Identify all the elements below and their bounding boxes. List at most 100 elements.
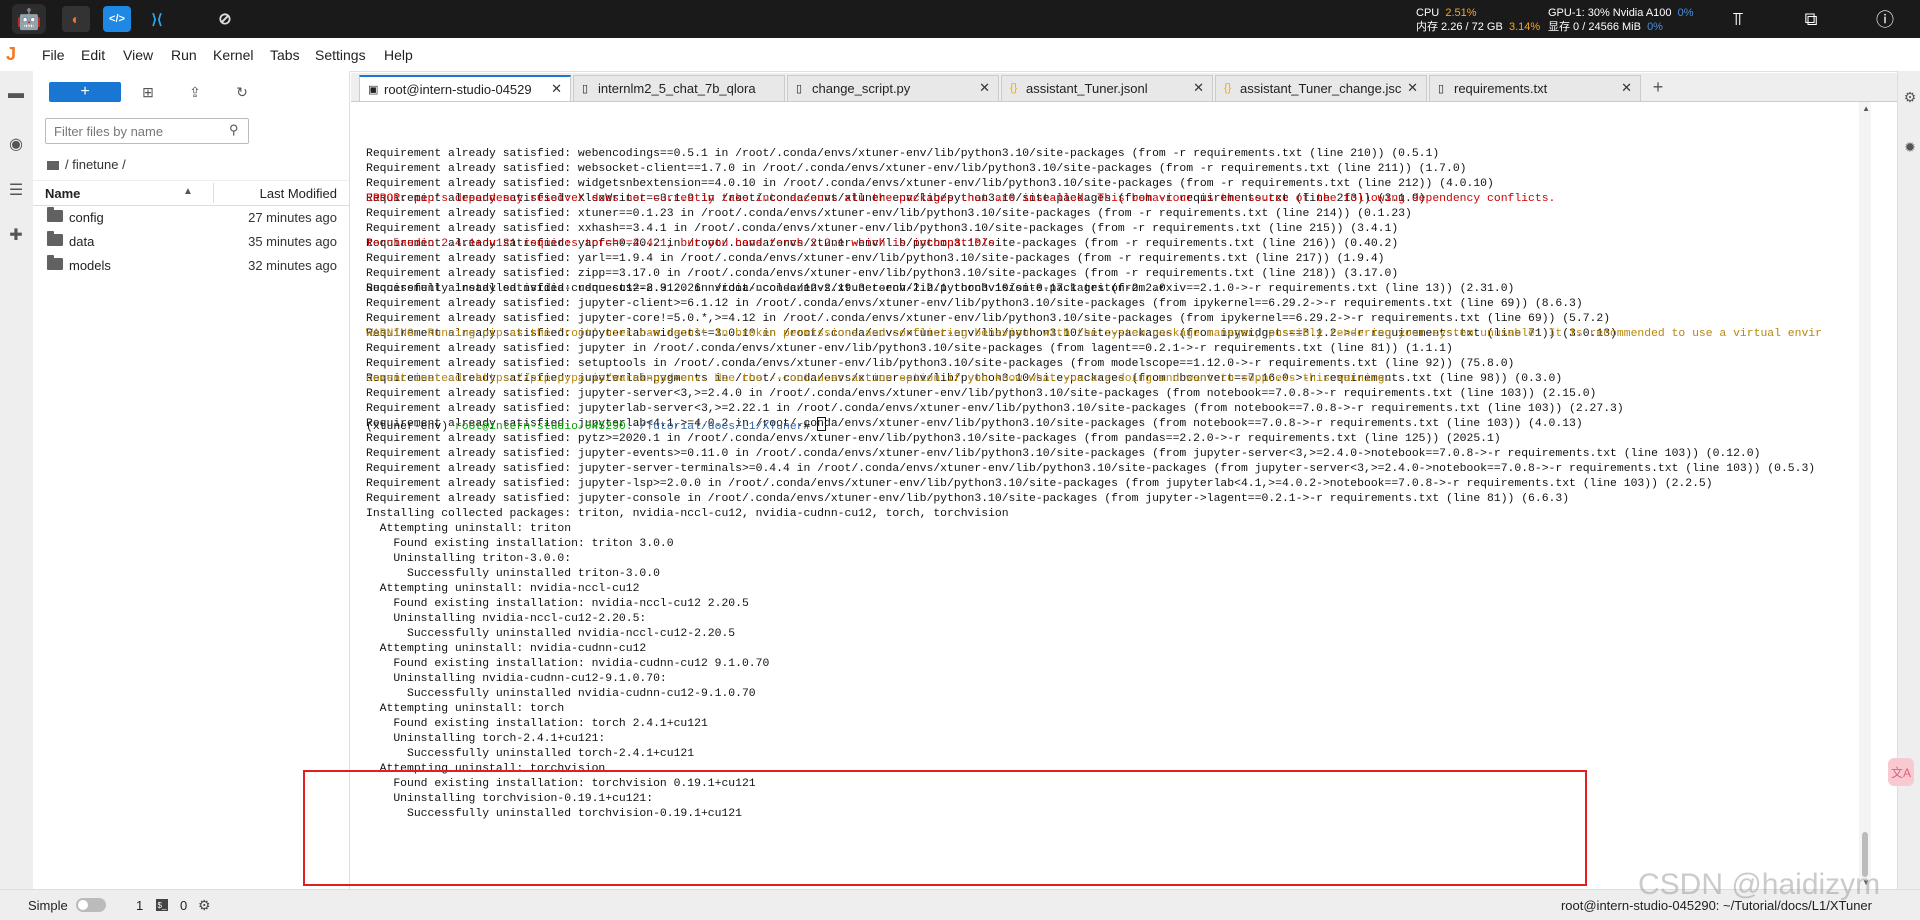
tab-requirements[interactable]: ▯ requirements.txt ✕: [1429, 75, 1641, 101]
terminal-icon: $_: [156, 899, 168, 911]
sort-up-icon[interactable]: ▲: [183, 186, 193, 197]
running-icon[interactable]: ◉: [5, 133, 27, 155]
document-tab-bar: ▣ root@intern-studio-04529 ✕ ▯ internlm2…: [351, 73, 1901, 102]
menu-bar: J File Edit View Run Kernel Tabs Setting…: [0, 38, 1920, 72]
tensorflow-icon[interactable]: ⫪: [1727, 8, 1749, 30]
folder-icon: [47, 161, 59, 170]
memory-stat: 内存 2.26 / 72 GB 3.14%: [1416, 21, 1541, 33]
close-icon[interactable]: ✕: [1407, 80, 1418, 96]
terminal-line: Found existing installation: torch 2.4.1…: [366, 718, 708, 730]
system-top-bar: 🤖 ◐ </> ⟩⟨ ⊘ CPU 2.51% 内存 2.26 / 72 GB 3…: [0, 0, 1920, 38]
terminal-line: Requirement already satisfied: jupyter-e…: [366, 448, 1761, 460]
add-tab-button[interactable]: +: [1647, 77, 1669, 97]
close-icon[interactable]: ✕: [979, 80, 990, 96]
terminal-line: Attempting uninstall: nvidia-cudnn-cu12: [366, 643, 647, 655]
vscode-icon[interactable]: ⟩⟨: [143, 6, 171, 32]
column-modified-header[interactable]: Last Modified: [260, 186, 337, 201]
terminal-output[interactable]: Requirement already satisfied: webencodi…: [366, 117, 1822, 820]
file-name: data: [69, 234, 95, 249]
new-folder-icon[interactable]: ⊞: [139, 83, 157, 101]
tab-terminal[interactable]: ▣ root@intern-studio-04529 ✕: [359, 75, 571, 101]
highlight-annotation-box: [303, 770, 1587, 886]
terminal-line: Requirement already satisfied: websocket…: [366, 163, 1467, 175]
menu-file[interactable]: File: [42, 47, 65, 63]
close-icon[interactable]: ✕: [551, 81, 562, 97]
menu-help[interactable]: Help: [384, 47, 413, 63]
cpu-percent: 2.51%: [1445, 7, 1477, 19]
terminal-line: Uninstalling triton-3.0.0:: [366, 553, 572, 565]
file-name: config: [69, 210, 104, 225]
menu-view[interactable]: View: [123, 47, 153, 63]
prompt-env: (xtuner-env): [366, 421, 455, 433]
kernel-count[interactable]: 0: [180, 898, 187, 913]
new-launcher-button[interactable]: +: [49, 82, 121, 102]
upload-icon[interactable]: ⇪: [186, 83, 204, 101]
translate-float-icon[interactable]: 文A: [1888, 758, 1914, 786]
simple-mode-label: Simple: [28, 898, 68, 913]
file-icon: ▯: [796, 83, 803, 95]
terminal-line: Requirement already satisfied: jupyterla…: [366, 403, 1624, 415]
terminal-success-line: Successfully installed nvidia-cudnn-cu12…: [366, 283, 1166, 295]
menu-kernel[interactable]: Kernel: [213, 47, 253, 63]
code-app-icon[interactable]: </>: [103, 6, 131, 32]
terminal-line: Requirement already satisfied: pytz>=202…: [366, 433, 1501, 445]
close-icon[interactable]: ✕: [1193, 80, 1204, 96]
terminal-warning-line: onment instead: https://pip.pypa.io/warn…: [366, 373, 1392, 385]
prompt-symbol: #: [803, 421, 818, 433]
terminal-line: Successfully uninstalled torch-2.4.1+cu1…: [366, 748, 695, 760]
app-logo-icon[interactable]: 🤖: [12, 4, 46, 34]
terminal-line: Found existing installation: nvidia-cudn…: [366, 658, 770, 670]
toggle-knob: [78, 900, 88, 910]
scroll-up-icon[interactable]: ▲: [1862, 104, 1870, 113]
column-name-header[interactable]: Name: [45, 186, 80, 201]
extension-icon[interactable]: ✚: [5, 224, 27, 246]
terminal-scrollbar[interactable]: [1859, 102, 1871, 889]
menu-edit[interactable]: Edit: [81, 47, 105, 63]
file-browser-panel: + ⊞ ⇪ ↻ ⚲ / finetune / Name ▲ Last Modif…: [33, 71, 350, 889]
file-row-data[interactable]: data 35 minutes ago: [33, 230, 349, 254]
terminal-line: Found existing installation: triton 3.0.…: [366, 538, 674, 550]
terminal-line: Attempting uninstall: triton: [366, 523, 572, 535]
close-icon[interactable]: ✕: [1621, 80, 1632, 96]
terminal-line: Requirement already satisfied: xtuner==0…: [366, 208, 1412, 220]
screen-share-icon[interactable]: ⧉: [1800, 8, 1822, 30]
menu-tabs[interactable]: Tabs: [270, 47, 300, 63]
refresh-icon[interactable]: ↻: [233, 83, 251, 101]
tab-qlora-config[interactable]: ▯ internlm2_5_chat_7b_qlora: [573, 75, 785, 101]
tab-assistant-tuner-change[interactable]: {} assistant_Tuner_change.jsc ✕: [1215, 75, 1427, 101]
menu-settings[interactable]: Settings: [315, 47, 366, 63]
terminal-line: Requirement already satisfied: jupyter-c…: [366, 313, 1611, 325]
property-inspector-icon[interactable]: ⚙: [1900, 87, 1920, 107]
terminal-warning-line: WARNING: Running pip as the 'root' user …: [366, 328, 1822, 340]
terminal-error-line: ERROR: pip's dependency resolver does no…: [366, 193, 1556, 205]
menu-run[interactable]: Run: [171, 47, 197, 63]
toc-icon[interactable]: ☰: [5, 179, 27, 201]
file-modified: 32 minutes ago: [248, 258, 337, 273]
terminal-line: Requirement already satisfied: jupyter-l…: [366, 478, 1713, 490]
simple-mode-toggle[interactable]: [76, 898, 106, 912]
file-row-models[interactable]: models 32 minutes ago: [33, 254, 349, 278]
status-bar: Simple 1 $_ 0 ⚙ root@intern-studio-04529…: [0, 889, 1920, 920]
file-icon: ▯: [582, 83, 589, 95]
terminal-line: Uninstalling nvidia-cudnn-cu12-9.1.0.70:: [366, 673, 667, 685]
breadcrumb[interactable]: / finetune /: [47, 157, 126, 172]
terminal-line: Successfully uninstalled nvidia-cudnn-cu…: [366, 688, 756, 700]
csdn-watermark: CSDN @haidizym: [1638, 868, 1881, 901]
terminal-line: Attempting uninstall: nvidia-nccl-cu12: [366, 583, 640, 595]
kernel-status-icon[interactable]: ⚙: [198, 897, 211, 914]
jupyter-app-icon[interactable]: ◐: [62, 6, 90, 32]
compass-icon[interactable]: ⊘: [211, 6, 239, 32]
folder-icon[interactable]: ▬: [5, 83, 27, 105]
gpu-percent: 0%: [1677, 7, 1694, 19]
tab-assistant-tuner-jsonl[interactable]: {} assistant_Tuner.jsonl ✕: [1001, 75, 1213, 101]
file-filter-input[interactable]: [45, 118, 249, 144]
terminal-count[interactable]: 1: [136, 898, 143, 913]
jupyter-logo-icon: J: [6, 44, 17, 64]
terminal-line: Uninstalling torch-2.4.1+cu121:: [366, 733, 606, 745]
file-row-config[interactable]: config 27 minutes ago: [33, 206, 349, 230]
tab-change-script[interactable]: ▯ change_script.py ✕: [787, 75, 999, 101]
terminal-line: Requirement already satisfied: jupyter-s…: [366, 463, 1816, 475]
info-icon[interactable]: ⓘ: [1874, 8, 1896, 30]
debugger-icon[interactable]: ✹: [1900, 137, 1920, 157]
column-divider[interactable]: [213, 183, 214, 203]
